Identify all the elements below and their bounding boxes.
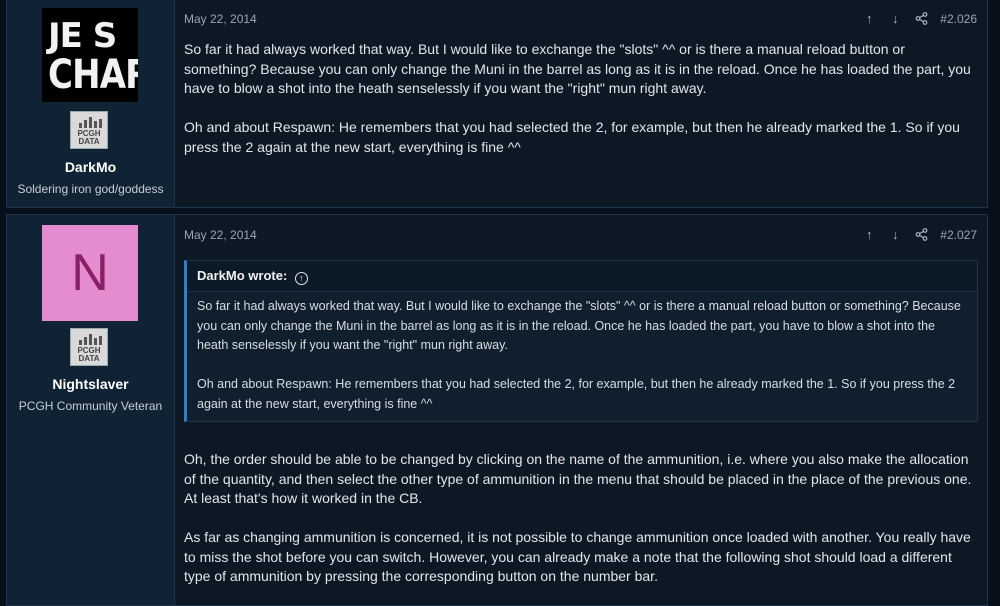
share-icon[interactable] xyxy=(914,12,928,26)
post-paragraph: So far it had always worked that way. Bu… xyxy=(184,41,971,96)
post-paragraph: As far as changing ammunition is concern… xyxy=(184,529,971,584)
share-icon[interactable] xyxy=(914,228,928,242)
post-paragraph: Oh and about Respawn: He remembers that … xyxy=(184,119,960,155)
quote-paragraph: Oh and about Respawn: He remembers that … xyxy=(197,377,956,411)
quote-block: DarkMo wrote: ↑ So far it had always wor… xyxy=(184,260,978,422)
post-meta: May 22, 2014 ↑ ↓ #2.027 xyxy=(184,228,977,244)
arrow-down-icon[interactable]: ↓ xyxy=(888,228,902,242)
post-2026: JE S CHAR PCGH DATA DarkMo Soldering iro… xyxy=(6,0,988,208)
post-body: Oh, the order should be able to be chang… xyxy=(184,450,975,606)
post-number-link[interactable]: #2.027 xyxy=(940,228,977,242)
user-info-column: N PCGH DATA Nightslaver PCGH Community V… xyxy=(7,215,175,605)
quote-paragraph: So far it had always worked that way. Bu… xyxy=(197,299,961,352)
pcgh-data-badge-icon: PCGH DATA xyxy=(70,328,108,366)
quote-body: So far it had always worked that way. Bu… xyxy=(197,297,967,434)
post-meta: May 22, 2014 ↑ ↓ #2.026 xyxy=(184,12,977,28)
user-title: PCGH Community Veteran xyxy=(18,399,163,413)
post-2027: N PCGH DATA Nightslaver PCGH Community V… xyxy=(6,214,988,606)
post-body: So far it had always worked that way. Bu… xyxy=(184,40,975,177)
quote-author[interactable]: DarkMo wrote: xyxy=(197,268,287,283)
avatar-text: JE S xyxy=(48,16,117,56)
avatar-text: CHAR xyxy=(48,52,138,98)
arrow-down-icon[interactable]: ↓ xyxy=(888,12,902,26)
username[interactable]: DarkMo xyxy=(7,159,174,175)
post-number-link[interactable]: #2.026 xyxy=(940,12,977,26)
user-info-column: JE S CHAR PCGH DATA DarkMo Soldering iro… xyxy=(7,0,175,207)
post-date[interactable]: May 22, 2014 xyxy=(184,228,257,242)
pcgh-data-badge-icon: PCGH DATA xyxy=(70,111,108,149)
post-date[interactable]: May 22, 2014 xyxy=(184,12,257,26)
badge-label: DATA xyxy=(78,354,100,363)
avatar[interactable]: N xyxy=(42,225,138,321)
quote-header[interactable]: DarkMo wrote: ↑ xyxy=(187,261,977,292)
arrow-up-icon[interactable]: ↑ xyxy=(862,12,876,26)
user-title: Soldering iron god/goddess xyxy=(17,182,164,196)
post-actions: ↑ ↓ #2.027 xyxy=(862,228,977,243)
arrow-up-icon[interactable]: ↑ xyxy=(862,228,876,242)
avatar[interactable]: JE S CHAR xyxy=(42,8,138,102)
badge-label: DATA xyxy=(78,137,100,146)
username[interactable]: Nightslaver xyxy=(7,376,174,392)
post-actions: ↑ ↓ #2.026 xyxy=(862,12,977,27)
circle-arrow-up-icon[interactable]: ↑ xyxy=(294,272,308,285)
post-paragraph: Oh, the order should be able to be chang… xyxy=(184,451,972,506)
